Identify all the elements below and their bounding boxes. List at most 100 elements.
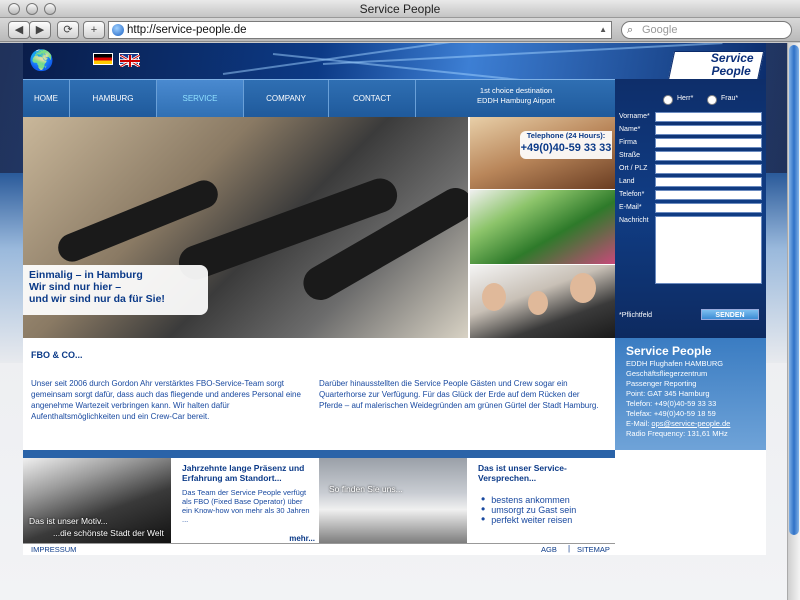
footer-impressum[interactable]: IMPRESSUM: [31, 545, 76, 554]
url-dropdown-icon[interactable]: ▲: [599, 22, 607, 38]
bullet-icon: •: [481, 512, 486, 526]
tagline-line2: EDDH Hamburg Airport: [477, 96, 555, 105]
label-nachricht: Nachricht: [619, 217, 649, 224]
submit-button[interactable]: SENDEN: [701, 309, 759, 320]
main-content: FBO & CO... Unser seit 2006 durch Gordon…: [23, 338, 615, 450]
phone-label: Telephone (24 Hours):: [526, 131, 606, 140]
back-icon: ◀: [14, 24, 24, 36]
hero-image-lounge: Einmalig – in Hamburg Wir sind nur hier …: [23, 117, 468, 338]
new-tab-button[interactable]: +: [83, 21, 105, 39]
main-navigation: HOME HAMBURG SERVICE COMPANY CONTACT 1st…: [23, 79, 616, 118]
info-email-prefix: E-Mail:: [626, 419, 652, 428]
input-ort-plz[interactable]: [655, 164, 762, 174]
info-line: Point: GAT 345 Hamburg: [626, 389, 710, 398]
reload-icon: ⟳: [63, 24, 73, 36]
service-people-logo[interactable]: Service People: [667, 51, 765, 79]
label-name: Name*: [619, 126, 641, 133]
team-member-face: [528, 291, 548, 315]
teaser-airport-image[interactable]: So finden Sie uns...: [319, 458, 467, 544]
hero-caption-line3: und wir sind nur da für Sie!: [29, 293, 165, 305]
site-footer: IMPRESSUM AGB | SITEMAP: [23, 543, 615, 555]
reload-button[interactable]: ⟳: [57, 21, 79, 39]
nav-home[interactable]: HOME: [23, 80, 70, 118]
more-link[interactable]: mehr...: [289, 534, 315, 543]
plus-icon: +: [90, 24, 98, 36]
browser-window: Service People ◀ ▶ ⟳ + http://service-pe…: [0, 0, 800, 600]
footer-sitemap[interactable]: SITEMAP: [577, 545, 610, 554]
side-image-garden: [470, 190, 615, 264]
input-email[interactable]: [655, 203, 762, 213]
radio-frau[interactable]: [707, 95, 717, 105]
info-line: Passenger Reporting: [626, 379, 697, 388]
content-title: FBO & CO...: [31, 350, 83, 360]
url-text: http://service-people.de: [127, 24, 247, 36]
search-field[interactable]: ⌕ Google: [621, 21, 792, 39]
side-image-lounge: Telephone (24 Hours): +49(0)40-59 33 33: [470, 117, 615, 189]
input-name[interactable]: [655, 125, 762, 135]
input-nachricht[interactable]: [655, 216, 762, 284]
tile2-body: Das Team der Service People verfügt als …: [182, 488, 310, 524]
side-image-team: [470, 265, 615, 338]
scrollbar-thumb[interactable]: [789, 45, 799, 535]
forward-button[interactable]: ▶: [29, 21, 51, 39]
info-box: Service People EDDH Flughafen HAMBURG Ge…: [615, 338, 766, 450]
radio-herr-label: Herr*: [677, 95, 694, 102]
input-firma[interactable]: [655, 138, 762, 148]
phone-number[interactable]: +49(0)40-59 33 33: [520, 141, 612, 155]
nav-service[interactable]: SERVICE: [157, 80, 244, 118]
tile2-title: Jahrzehnte lange Präsenz und Erfahrung a…: [182, 463, 305, 483]
footer-agb[interactable]: AGB: [541, 545, 557, 554]
phone-box: Telephone (24 Hours): +49(0)40-59 33 33: [520, 131, 612, 159]
team-member-face: [570, 273, 596, 303]
info-line: Telefax: +49(0)40-59 18 59: [626, 409, 716, 418]
input-strasse[interactable]: [655, 151, 762, 161]
teaser-experience: Jahrzehnte lange Präsenz und Erfahrung a…: [171, 458, 319, 544]
promise-text: perfekt weiter reisen: [491, 515, 573, 525]
uk-flag-icon[interactable]: [119, 53, 141, 69]
promise-item: • perfekt weiter reisen: [481, 512, 573, 526]
address-bar[interactable]: http://service-people.de ▲: [108, 21, 612, 39]
vertical-scrollbar[interactable]: [787, 43, 800, 600]
info-email-line: E-Mail: ops@service-people.de: [626, 419, 730, 428]
back-button[interactable]: ◀: [8, 21, 30, 39]
info-radio: Radio Frequency: 131,61 MHz: [626, 429, 728, 438]
nav-tagline: 1st choice destination EDDH Hamburg Airp…: [416, 86, 616, 106]
tile1-caption-1: Das ist unser Motiv...: [29, 516, 108, 526]
german-flag-icon[interactable]: [93, 53, 113, 65]
search-icon: ⌕: [627, 24, 634, 36]
teaser-row: Das ist unser Motiv... ...die schönste S…: [23, 450, 615, 544]
tile4-title: Das ist unser Service-Versprechen...: [478, 463, 567, 483]
hero-caption-line1: Einmalig – in Hamburg: [29, 269, 143, 281]
teaser-harbour-image[interactable]: Das ist unser Motiv... ...die schönste S…: [23, 458, 171, 544]
label-strasse: Straße: [619, 152, 641, 159]
input-telefon[interactable]: [655, 190, 762, 200]
input-land[interactable]: [655, 177, 762, 187]
required-note: *Pflichtfeld: [619, 312, 653, 319]
teaser-promise: Das ist unser Service-Versprechen... • be…: [467, 458, 615, 544]
hero-caption-line2: Wir sind nur hier –: [29, 281, 122, 293]
nav-contact[interactable]: CONTACT: [329, 80, 416, 118]
radio-herr[interactable]: [663, 95, 673, 105]
hero-caption: Einmalig – in Hamburg Wir sind nur hier …: [23, 265, 208, 315]
nav-hamburg[interactable]: HAMBURG: [70, 80, 157, 118]
logo-line2: People: [711, 64, 751, 78]
radio-frau-label: Frau*: [721, 95, 739, 102]
label-land: Land: [619, 178, 635, 185]
team-member-face: [482, 283, 506, 311]
contact-form: Herr* Frau* Vorname* Name* Firma Straße …: [615, 79, 766, 338]
forward-icon: ▶: [35, 24, 45, 36]
footer-separator: |: [568, 544, 571, 553]
right-column-spacer: [615, 450, 766, 555]
browser-toolbar: ◀ ▶ ⟳ + http://service-people.de ▲ ⌕ Goo…: [0, 18, 800, 42]
info-email-link[interactable]: ops@service-people.de: [651, 419, 730, 428]
content-paragraph-1: Unser seit 2006 durch Gordon Ahr verstär…: [31, 379, 301, 421]
info-title: Service People: [626, 344, 712, 358]
web-page: 🌍 Service People HOME HAMBURG SERVICE CO…: [23, 43, 766, 555]
label-vorname: Vorname*: [619, 113, 650, 120]
info-line: Geschäftsfliegerzentrum: [626, 369, 708, 378]
input-vorname[interactable]: [655, 112, 762, 122]
search-placeholder: Google: [642, 24, 678, 36]
title-bar: Service People: [0, 0, 800, 18]
nav-company[interactable]: COMPANY: [244, 80, 329, 118]
label-email: E-Mail*: [619, 204, 642, 211]
